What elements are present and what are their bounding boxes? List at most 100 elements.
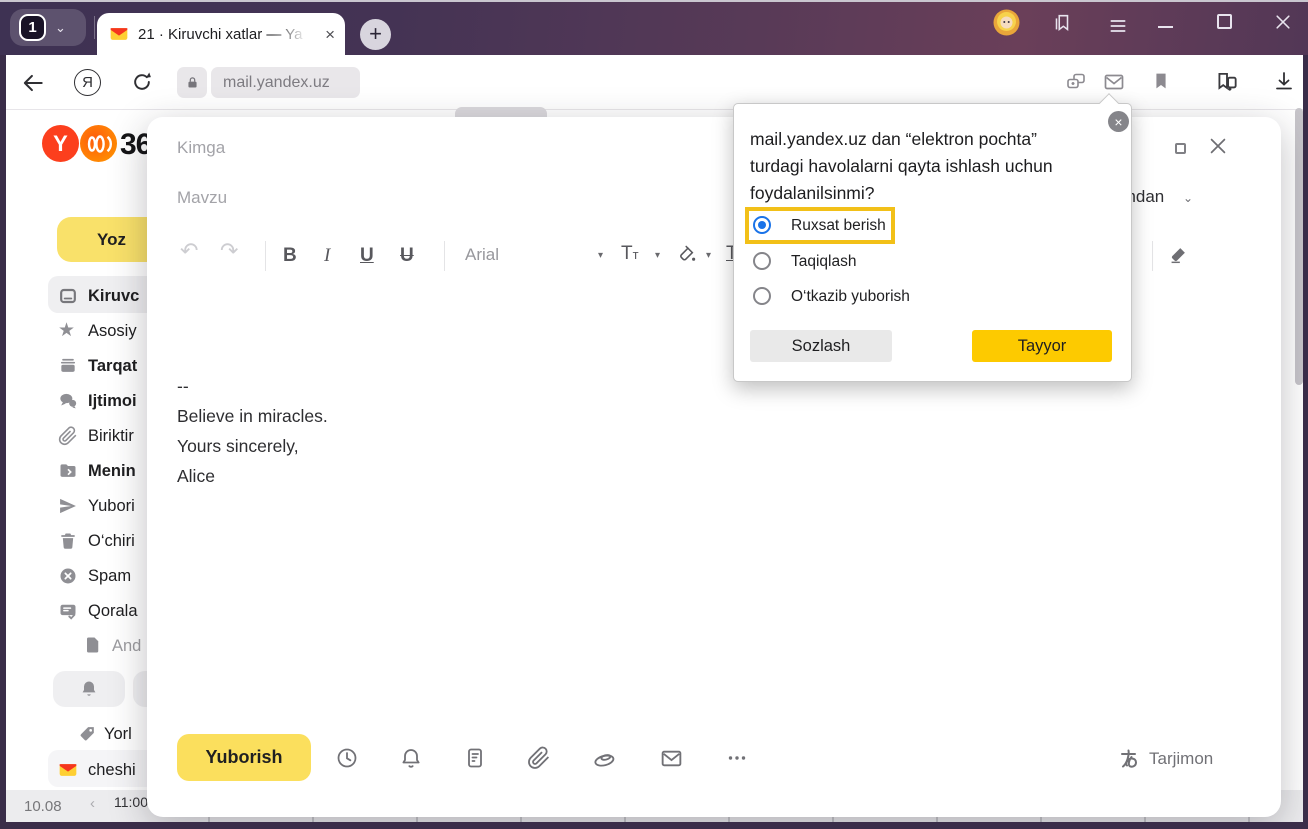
translator-button[interactable]: Tarjimon [1117, 747, 1213, 771]
yandex-360-logo-icon [80, 125, 117, 162]
window-maximize-icon[interactable] [1217, 14, 1232, 29]
paper-plane-icon [58, 496, 78, 516]
back-icon[interactable] [20, 70, 46, 96]
inbox-icon [58, 286, 78, 306]
send-button[interactable]: Yuborish [177, 734, 311, 781]
attach-paperclip-icon[interactable] [527, 746, 551, 770]
caret-down-icon3[interactable]: ▾ [706, 250, 711, 261]
address-bar[interactable]: mail.yandex.uz [211, 67, 360, 98]
sidebar-item-spam[interactable]: Spam [0, 561, 170, 591]
body-line: Yours sincerely, [177, 431, 328, 461]
sidebar-item-my-folder[interactable]: Menin [0, 456, 170, 486]
sidebar-item-labels[interactable]: Yorl [0, 719, 170, 749]
sidebar-item-drafts[interactable]: Qorala [0, 596, 170, 626]
caret-down-icon[interactable]: ▾ [598, 250, 603, 261]
envelope-icon[interactable] [659, 746, 683, 770]
radio-skip[interactable] [753, 287, 771, 305]
sidebar-item-account[interactable]: cheshi [0, 755, 170, 785]
tab-strip: 1 ⌄ 21 · Kiruvchi xatlar — Ya × + [0, 0, 1308, 55]
drafts-icon [58, 601, 78, 621]
yandex-button[interactable]: Я [74, 69, 101, 96]
window-minimize-icon[interactable] [1158, 26, 1173, 28]
window-frame-right [1303, 55, 1308, 829]
compose-close-icon[interactable] [1207, 135, 1229, 157]
sidebar-item-inbox[interactable]: Kiruvc [0, 281, 170, 311]
tag-icon [78, 724, 98, 744]
trash-icon [58, 531, 78, 551]
underline-button[interactable]: U [360, 243, 374, 269]
caret-down-icon2[interactable]: ▾ [655, 250, 660, 261]
radio-allow-label[interactable]: Ruxsat berish [791, 217, 886, 235]
stamp-icon[interactable] [591, 746, 615, 770]
italic-button[interactable]: I [324, 243, 330, 269]
schedule-clock-icon[interactable] [335, 746, 359, 770]
radio-block-label[interactable]: Taqiqlash [791, 253, 857, 271]
compose-restore-icon[interactable] [1175, 143, 1186, 154]
new-tab-button[interactable]: + [360, 19, 391, 50]
mail-toolbar-icon[interactable] [1102, 70, 1126, 94]
sidebar-item-subfolder[interactable]: And [0, 631, 170, 661]
refresh-icon[interactable] [129, 69, 155, 95]
download-icon[interactable] [1272, 69, 1296, 93]
radio-block[interactable] [753, 252, 771, 270]
notifications-button[interactable] [53, 671, 125, 707]
chevron-down-icon[interactable]: ⌄ [55, 20, 66, 36]
browser-window: 1 ⌄ 21 · Kiruvchi xatlar — Ya × + [0, 0, 1308, 829]
tab-preview-icon[interactable] [1064, 70, 1088, 94]
body-line: Believe in miracles. [177, 401, 328, 431]
template-icon[interactable] [463, 746, 487, 770]
settings-button[interactable]: Sozlash [750, 330, 892, 362]
bookmark-icon[interactable] [1150, 70, 1172, 92]
collections-icon[interactable] [1214, 69, 1240, 95]
window-close-icon[interactable] [1273, 12, 1293, 32]
tab-favicon-mail-icon [109, 24, 129, 44]
message-body[interactable]: -- Believe in miracles. Yours sincerely,… [177, 371, 328, 491]
document-icon [84, 636, 104, 656]
bold-button[interactable]: B [283, 243, 297, 269]
more-options-icon[interactable] [725, 746, 749, 770]
tab-close-icon[interactable]: × [325, 26, 335, 43]
page-scrollbar[interactable] [1295, 108, 1303, 385]
lock-icon[interactable] [177, 67, 207, 98]
eraser-icon[interactable] [1167, 244, 1189, 266]
format-divider3 [1152, 241, 1153, 271]
done-button[interactable]: Tayyor [972, 330, 1112, 362]
radio-skip-label[interactable]: O‘tkazib yuborish [791, 288, 910, 306]
tab-group-chip[interactable]: 1 ⌄ [10, 9, 86, 46]
strikethrough-button[interactable]: U [400, 243, 414, 269]
font-family-select[interactable]: Arial [465, 245, 499, 265]
timeline-prev-icon[interactable]: ‹ [90, 795, 95, 812]
bell-icon [79, 679, 99, 699]
logo-letter: Y [53, 131, 68, 157]
undo-icon[interactable]: ↶ [180, 238, 198, 264]
redo-icon[interactable]: ↷ [220, 238, 238, 264]
body-line: -- [177, 371, 328, 401]
translator-icon [1117, 747, 1141, 771]
sidebar-item-main[interactable]: ★ Asosiy [0, 316, 170, 346]
subject-field[interactable]: Mavzu [177, 188, 227, 208]
font-size-button[interactable]: Tт [621, 243, 639, 265]
reminder-bell-icon[interactable] [399, 746, 423, 770]
yandex-logo[interactable]: Y [42, 125, 79, 162]
sidebar-item-mailings[interactable]: Tarqat [0, 351, 170, 381]
mail-stack-icon [58, 356, 78, 376]
sidebar-panels-icon[interactable] [1051, 12, 1073, 34]
protocol-permission-dialog: × mail.yandex.uz dan “elektron pochta” t… [733, 103, 1132, 382]
star-icon: ★ [58, 321, 78, 341]
dialog-close-icon[interactable]: × [1108, 111, 1129, 132]
sidebar-item-sent[interactable]: Yubori [0, 491, 170, 521]
timeline-date: 10.08 [24, 798, 62, 815]
to-field[interactable]: Kimga [177, 138, 225, 158]
menu-icon[interactable] [1108, 16, 1128, 36]
fill-color-icon[interactable] [677, 243, 698, 264]
dialog-message: mail.yandex.uz dan “elektron pochta” tur… [750, 126, 1090, 207]
folder-icon [58, 461, 78, 481]
sidebar-item-social[interactable]: Ijtimoi [0, 386, 170, 416]
browser-tab[interactable]: 21 · Kiruvchi xatlar — Ya × [97, 13, 345, 55]
avatar[interactable] [993, 9, 1020, 36]
radio-allow[interactable] [753, 216, 771, 234]
sidebar-item-trash[interactable]: O‘chiri [0, 526, 170, 556]
translator-label: Tarjimon [1149, 749, 1213, 769]
mail-account-icon [58, 760, 78, 780]
sidebar-item-attachments[interactable]: Biriktir [0, 421, 170, 451]
